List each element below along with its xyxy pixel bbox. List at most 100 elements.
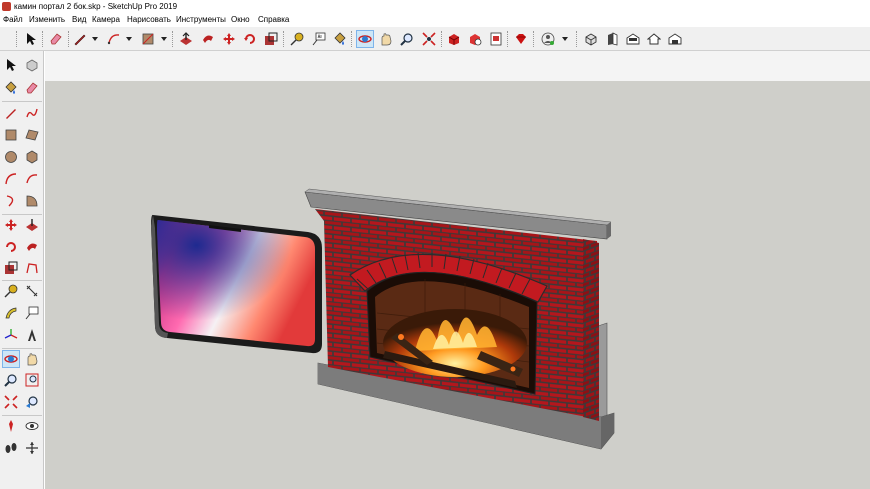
phone-image-panel[interactable] (151, 214, 322, 354)
pencil-dropdown-arrow[interactable] (92, 37, 98, 41)
menu-help[interactable]: Справка (258, 13, 289, 27)
pencil-line-icon[interactable] (2, 104, 20, 122)
3d-scene (151, 188, 615, 450)
previous-view-icon[interactable] (23, 393, 41, 411)
dimension-icon[interactable] (23, 282, 41, 300)
scale-icon[interactable] (2, 259, 20, 277)
extension-warehouse-icon[interactable] (466, 30, 484, 48)
toolbar-grip[interactable] (172, 31, 174, 47)
menu-view[interactable]: Вид (72, 13, 86, 27)
sketchup-logo-icon (2, 2, 11, 11)
3d-text-icon[interactable] (23, 326, 41, 344)
layout-icon[interactable] (487, 30, 505, 48)
menu-file[interactable]: Файл (3, 13, 23, 27)
freehand-icon[interactable] (23, 104, 41, 122)
sketchup-window: камин портал 2 бок.skp - SketchUp Pro 20… (0, 0, 870, 489)
text-icon[interactable] (310, 30, 328, 48)
warehouse-icon[interactable] (445, 30, 463, 48)
title-bar: камин портал 2 бок.skp - SketchUp Pro 20… (0, 0, 870, 13)
look-around-icon[interactable] (23, 417, 41, 435)
paint-bucket-icon[interactable] (2, 79, 20, 97)
orbit-icon[interactable] (2, 350, 20, 368)
eraser-icon[interactable] (23, 79, 41, 97)
toolset-divider (2, 214, 42, 215)
arc-icon[interactable] (2, 170, 20, 188)
push-pull-icon[interactable] (23, 216, 41, 234)
home-view-icon[interactable] (645, 30, 663, 48)
select-arrow-icon[interactable] (2, 56, 20, 74)
toolbar-grip[interactable] (507, 31, 509, 47)
text-icon[interactable] (23, 304, 41, 322)
menu-bar: Файл Изменить Вид Камера Нарисовать Инст… (0, 13, 870, 27)
section-plane-icon[interactable] (23, 439, 41, 457)
toolset-divider (2, 415, 42, 416)
offset-icon[interactable] (23, 259, 41, 277)
iso-view-icon[interactable] (582, 30, 600, 48)
rectangle-icon[interactable] (139, 30, 157, 48)
push-pull-icon[interactable] (177, 30, 195, 48)
scale-icon[interactable] (262, 30, 280, 48)
tape-measure-icon[interactable] (2, 282, 20, 300)
zoom-icon[interactable] (2, 371, 20, 389)
pan-icon[interactable] (377, 30, 395, 48)
circle-icon[interactable] (2, 148, 20, 166)
rotated-rectangle-icon[interactable] (23, 126, 41, 144)
menu-camera[interactable]: Камера (92, 13, 120, 27)
toolbar-grip[interactable] (533, 31, 535, 47)
toolbar-grip[interactable] (42, 31, 44, 47)
protractor-icon[interactable] (2, 304, 20, 322)
toolbar-grip[interactable] (576, 31, 578, 47)
user-account-icon[interactable] (539, 30, 557, 48)
large-tool-set (0, 51, 44, 489)
menu-draw[interactable]: Нарисовать (127, 13, 171, 27)
rotate-icon[interactable] (241, 30, 259, 48)
toolset-divider (2, 280, 42, 281)
brick-fireplace[interactable] (304, 188, 615, 450)
move-icon[interactable] (2, 216, 20, 234)
zoom-icon[interactable] (398, 30, 416, 48)
menu-window[interactable]: Окно (231, 13, 250, 27)
pie-icon[interactable] (23, 192, 41, 210)
paint-bucket-icon[interactable] (331, 30, 349, 48)
walk-icon[interactable] (2, 439, 20, 457)
toolbar-grip[interactable] (441, 31, 443, 47)
follow-me-icon[interactable] (199, 30, 217, 48)
shape-dropdown-arrow[interactable] (161, 37, 167, 41)
main-toolbar (0, 27, 870, 51)
pan-icon[interactable] (23, 350, 41, 368)
rectangle-icon[interactable] (2, 126, 20, 144)
toolbar-grip[interactable] (283, 31, 285, 47)
polygon-icon[interactable] (23, 148, 41, 166)
make-component-icon[interactable] (23, 56, 41, 74)
pencil-line-icon[interactable] (71, 30, 89, 48)
two-point-arc-icon[interactable] (23, 170, 41, 188)
modeling-viewport[interactable] (45, 51, 870, 489)
position-camera-icon[interactable] (2, 417, 20, 435)
menu-edit[interactable]: Изменить (29, 13, 65, 27)
front-view-icon[interactable] (603, 30, 621, 48)
ruby-console-icon[interactable] (512, 30, 530, 48)
three-point-arc-icon[interactable] (2, 192, 20, 210)
menu-tools[interactable]: Инструменты (176, 13, 226, 27)
back-view-icon[interactable] (666, 30, 684, 48)
toolbar-grip[interactable] (68, 31, 70, 47)
move-icon[interactable] (220, 30, 238, 48)
toolbar-grip[interactable] (16, 31, 18, 47)
zoom-extents-icon[interactable] (420, 30, 438, 48)
arc-icon[interactable] (105, 30, 123, 48)
orbit-icon[interactable] (356, 30, 374, 48)
toolset-divider (2, 101, 42, 102)
zoom-window-icon[interactable] (23, 371, 41, 389)
follow-me-icon[interactable] (23, 238, 41, 256)
top-view-icon[interactable] (624, 30, 642, 48)
tape-measure-icon[interactable] (288, 30, 306, 48)
select-arrow-icon[interactable] (22, 30, 40, 48)
axes-icon[interactable] (2, 326, 20, 344)
rotate-icon[interactable] (2, 238, 20, 256)
eraser-icon[interactable] (47, 30, 65, 48)
zoom-extents-icon[interactable] (2, 393, 20, 411)
toolbar-grip[interactable] (351, 31, 353, 47)
account-dropdown-arrow[interactable] (562, 37, 568, 41)
arc-dropdown-arrow[interactable] (126, 37, 132, 41)
window-title: камин портал 2 бок.skp - SketchUp Pro 20… (14, 2, 178, 11)
